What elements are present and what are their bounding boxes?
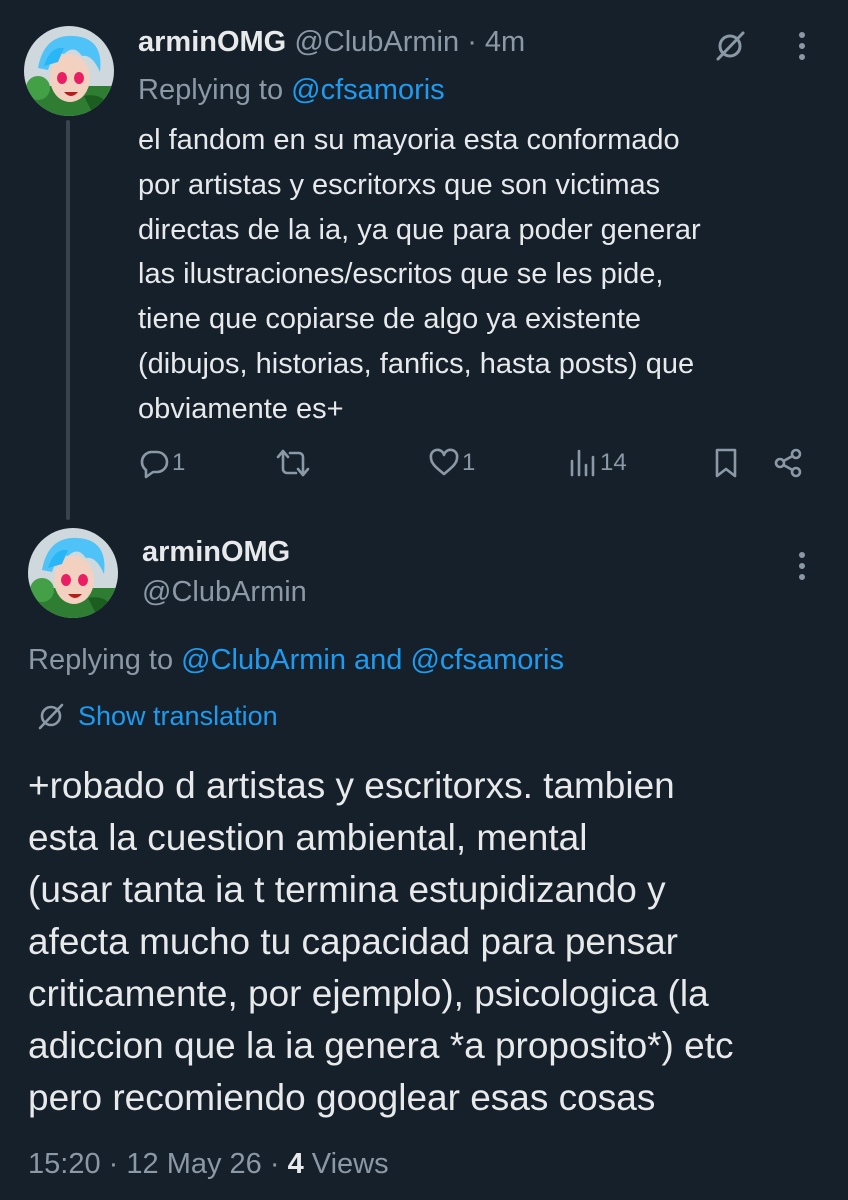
translate-slash-icon bbox=[38, 703, 64, 730]
more-vertical-icon[interactable] bbox=[790, 546, 814, 586]
date[interactable]: 12 May 26 bbox=[126, 1148, 261, 1180]
avatar-image bbox=[28, 528, 118, 618]
mention-link[interactable]: @cfsamoris bbox=[291, 74, 445, 106]
separator: · bbox=[108, 1148, 119, 1180]
replying-prefix: Replying to bbox=[138, 74, 292, 106]
views-count: 14 bbox=[600, 449, 627, 476]
tweet-text: el fandom en su mayoria esta conformado … bbox=[138, 124, 701, 425]
separator: · bbox=[467, 26, 477, 58]
views-bars-icon bbox=[570, 449, 595, 477]
views-button[interactable]: 14 bbox=[568, 440, 627, 486]
replying-and: and bbox=[345, 644, 411, 676]
like-button[interactable]: 1 bbox=[428, 440, 475, 486]
replying-to: Replying to @ClubArmin and @cfsamoris bbox=[28, 640, 564, 680]
replying-to: Replying to @cfsamoris bbox=[138, 70, 445, 110]
handle[interactable]: @ClubArmin bbox=[142, 572, 307, 612]
timestamp[interactable]: 15:20 bbox=[28, 1148, 101, 1180]
bookmark-icon bbox=[715, 448, 737, 478]
reply-button[interactable]: 1 bbox=[138, 440, 185, 486]
mention-link[interactable]: @ClubArmin bbox=[181, 644, 346, 676]
retweet-icon bbox=[276, 449, 310, 477]
share-button[interactable] bbox=[772, 440, 804, 486]
thread-line bbox=[66, 120, 70, 520]
reply-bubble-icon bbox=[140, 450, 169, 479]
handle[interactable]: @ClubArmin bbox=[294, 26, 459, 58]
tweet-actions: 1 1 14 bbox=[138, 440, 818, 486]
bookmark-button[interactable] bbox=[712, 440, 740, 486]
show-translation-button[interactable]: Show translation bbox=[36, 696, 278, 736]
display-name[interactable]: arminOMG bbox=[142, 532, 290, 572]
avatar[interactable] bbox=[24, 26, 114, 116]
views-label: Views bbox=[311, 1148, 389, 1180]
display-name[interactable]: arminOMG bbox=[138, 26, 286, 58]
share-icon bbox=[774, 448, 802, 478]
translate-slash-icon[interactable] bbox=[710, 26, 750, 66]
heart-icon bbox=[429, 448, 459, 476]
timestamp[interactable]: 4m bbox=[485, 26, 525, 58]
like-count: 1 bbox=[462, 449, 476, 476]
views-count: 4 bbox=[287, 1148, 304, 1180]
reply-count: 1 bbox=[172, 449, 186, 476]
replying-prefix: Replying to bbox=[28, 644, 182, 676]
more-vertical-icon[interactable] bbox=[790, 26, 814, 66]
show-translation-label: Show translation bbox=[78, 700, 278, 731]
tweet-text: +robado d artistas y escritorxs. tambien… bbox=[28, 765, 734, 1118]
tweet-header: arminOMG @ClubArmin · 4m bbox=[138, 22, 525, 62]
retweet-button[interactable] bbox=[275, 440, 313, 486]
mention-link[interactable]: @cfsamoris bbox=[410, 644, 564, 676]
tweet-meta: 15:20 · 12 May 26 · 4 Views bbox=[28, 1142, 389, 1186]
avatar-image bbox=[24, 26, 114, 116]
avatar[interactable] bbox=[28, 528, 118, 618]
separator: · bbox=[269, 1148, 280, 1180]
